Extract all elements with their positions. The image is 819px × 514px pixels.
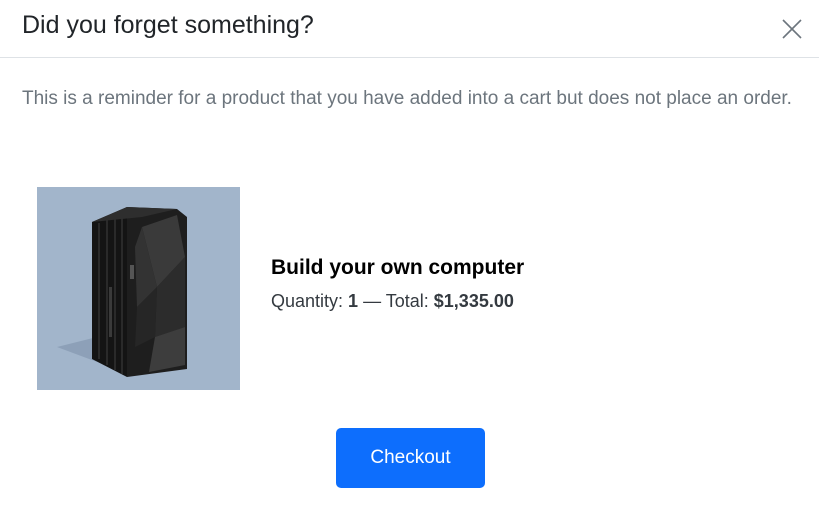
- close-button[interactable]: [781, 18, 803, 40]
- reminder-text: This is a reminder for a product that yo…: [22, 88, 792, 109]
- server-computer-image: [57, 207, 187, 377]
- close-icon: [782, 19, 802, 39]
- product-info: Build your own computer Quantity: 1 — To…: [271, 256, 524, 312]
- product-name[interactable]: Build your own computer: [271, 256, 524, 280]
- abandoned-cart-modal: Did you forget something? This is a remi…: [0, 0, 819, 514]
- modal-header: Did you forget something?: [0, 0, 819, 58]
- total-label: Total:: [385, 291, 434, 311]
- quantity-label: Quantity:: [271, 291, 349, 311]
- separator: —: [358, 291, 386, 311]
- checkout-button[interactable]: Checkout: [336, 428, 485, 488]
- total-value: $1,335.00: [433, 291, 514, 311]
- product-meta: Quantity: 1 — Total: $1,335.00: [271, 291, 524, 312]
- quantity-value: 1: [348, 291, 359, 311]
- modal-title: Did you forget something?: [22, 11, 314, 39]
- product-image: [37, 187, 240, 390]
